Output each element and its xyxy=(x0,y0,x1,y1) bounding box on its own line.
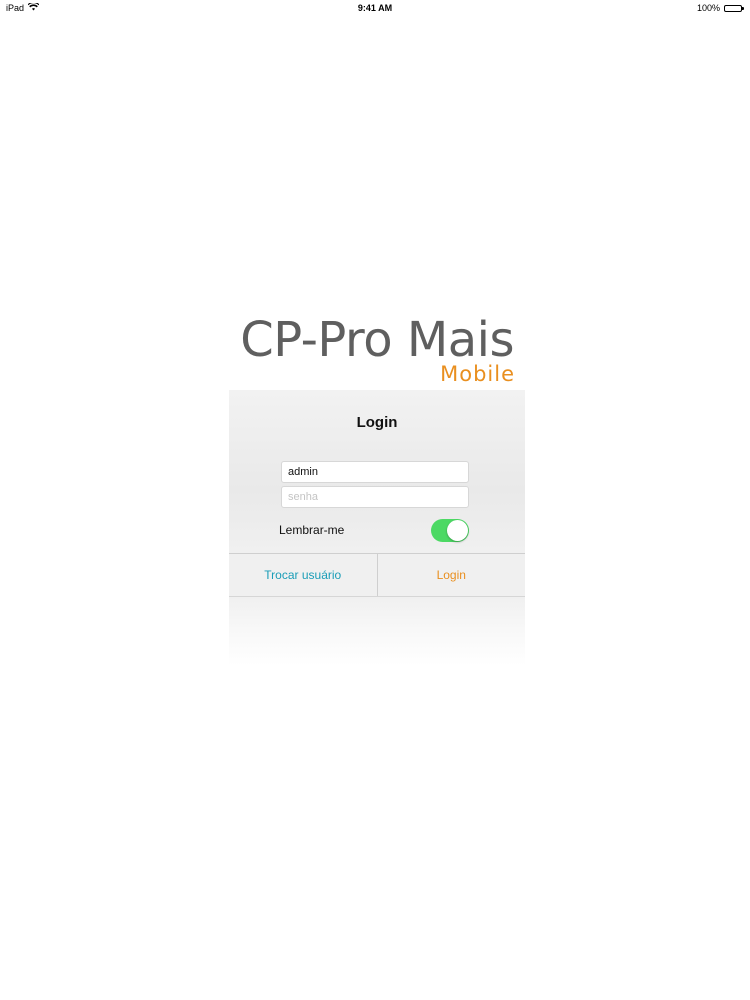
toggle-knob xyxy=(447,520,468,541)
remember-label: Lembrar-me xyxy=(279,523,345,537)
login-screen: iPad 9:41 AM 100% CP-Pro Mais Mobile Log… xyxy=(0,0,750,1000)
battery-percent: 100% xyxy=(696,3,720,13)
logo-subtitle: Mobile xyxy=(440,362,515,386)
status-right: 100% xyxy=(697,3,744,13)
button-row: Trocar usuário Login xyxy=(229,553,525,597)
battery-icon xyxy=(724,4,744,12)
status-time: 9:41 AM xyxy=(357,3,393,13)
remember-toggle[interactable] xyxy=(431,519,469,542)
logo-title: CP-Pro Mais xyxy=(240,312,514,368)
password-field[interactable] xyxy=(281,486,469,508)
login-button[interactable]: Login xyxy=(378,554,526,596)
switch-user-button[interactable]: Trocar usuário xyxy=(229,554,378,596)
username-field[interactable] xyxy=(281,461,469,483)
login-panel: Login Lembrar-me Trocar usuário Login xyxy=(229,390,525,666)
status-bar: iPad 9:41 AM 100% xyxy=(0,0,750,16)
panel-title: Login xyxy=(356,414,398,431)
app-logo: CP-Pro Mais Mobile xyxy=(229,312,524,390)
